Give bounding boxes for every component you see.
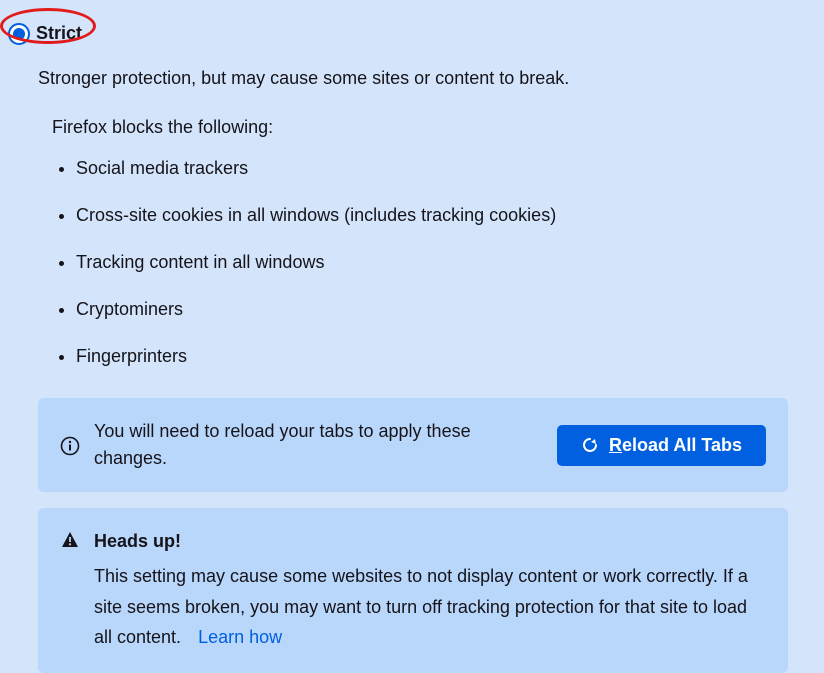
- blocks-intro: Firefox blocks the following:: [52, 114, 788, 141]
- headsup-body: This setting may cause some websites to …: [94, 566, 748, 647]
- reload-icon: [581, 436, 599, 454]
- info-icon: [60, 434, 80, 456]
- reload-button-label: Reload All Tabs: [609, 435, 742, 456]
- strict-option-row[interactable]: Strict: [8, 20, 788, 47]
- list-item: Cross-site cookies in all windows (inclu…: [76, 202, 788, 229]
- strict-description: Stronger protection, but may cause some …: [38, 65, 788, 92]
- reload-message: You will need to reload your tabs to app…: [94, 418, 543, 472]
- list-item: Tracking content in all windows: [76, 249, 788, 276]
- headsup-panel: Heads up! This setting may cause some we…: [38, 508, 788, 673]
- headsup-text: This setting may cause some websites to …: [94, 561, 766, 653]
- list-item: Cryptominers: [76, 296, 788, 323]
- learn-how-link[interactable]: Learn how: [198, 627, 282, 647]
- reload-panel: You will need to reload your tabs to app…: [38, 398, 788, 492]
- reload-all-tabs-button[interactable]: Reload All Tabs: [557, 425, 766, 466]
- blocks-list: Social media trackers Cross-site cookies…: [58, 155, 788, 370]
- list-item: Social media trackers: [76, 155, 788, 182]
- strict-option-label: Strict: [36, 20, 82, 47]
- radio-checked-icon: [8, 23, 30, 45]
- headsup-title: Heads up!: [94, 528, 766, 555]
- warning-icon: [60, 528, 80, 653]
- list-item: Fingerprinters: [76, 343, 788, 370]
